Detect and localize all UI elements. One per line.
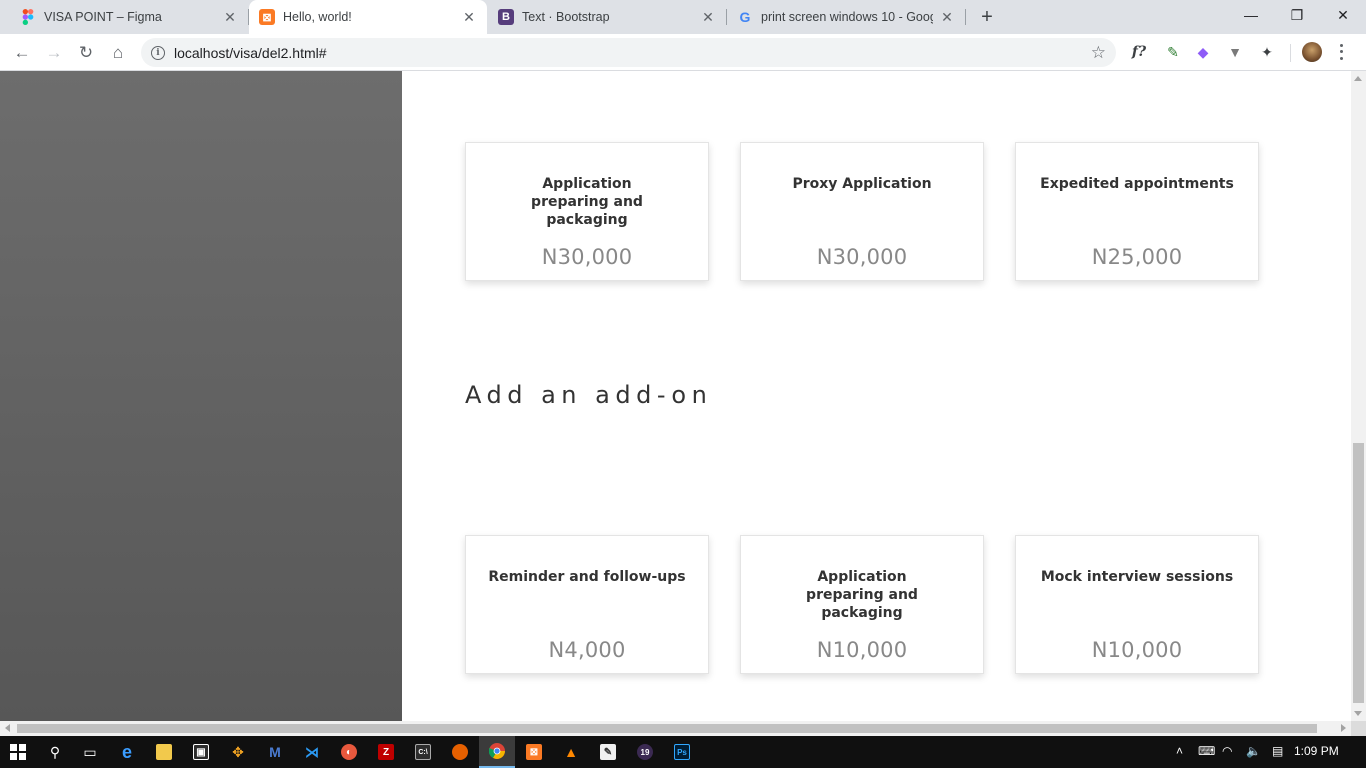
- terminal-icon[interactable]: C:\: [411, 740, 435, 764]
- card-title: Expedited appointments: [1040, 176, 1234, 192]
- minimize-button[interactable]: —: [1228, 0, 1274, 30]
- firefox-icon[interactable]: [448, 740, 472, 764]
- store-icon[interactable]: ▣: [189, 740, 213, 764]
- bootstrap-icon: B: [498, 9, 514, 25]
- app-icon[interactable]: ◐: [337, 740, 361, 764]
- scroll-up-icon[interactable]: [1354, 76, 1362, 81]
- git-icon[interactable]: ✥: [226, 740, 250, 764]
- addon-card[interactable]: Application preparing and packaging N10,…: [740, 535, 984, 674]
- scroll-left-icon[interactable]: [5, 724, 10, 732]
- windows-start-icon[interactable]: [6, 740, 30, 764]
- close-icon[interactable]: ✕: [939, 9, 955, 25]
- paint-icon[interactable]: ✎: [596, 740, 620, 764]
- horizontal-scrollbar[interactable]: [0, 721, 1351, 736]
- taskbar: ⚲ ▭ e ▣ ✥ M ⋊ ◐ Z C:\ ⊠ ▲ ✎ 19 Ps ˄ ⌨ ◠ …: [0, 736, 1366, 768]
- filezilla-icon[interactable]: Z: [374, 740, 398, 764]
- forward-button[interactable]: →: [40, 39, 68, 67]
- back-button[interactable]: ←: [8, 39, 36, 67]
- google-icon: G: [739, 9, 751, 25]
- scroll-thumb[interactable]: [17, 724, 1317, 733]
- color-extension-icon[interactable]: ◆: [1193, 42, 1213, 62]
- sidebar-panel: [0, 71, 402, 721]
- figma-icon: [20, 9, 36, 25]
- chevron-up-icon[interactable]: ˄: [1176, 744, 1183, 758]
- browser-toolbar: ← → ↻ ⌂ i localhost/visa/del2.html# ☆ f?…: [0, 34, 1366, 71]
- close-icon[interactable]: ✕: [222, 9, 238, 25]
- card-price: N30,000: [541, 245, 633, 269]
- card-title: Application preparing and packaging: [806, 569, 918, 621]
- restore-button[interactable]: ❐: [1274, 0, 1320, 30]
- volume-icon[interactable]: 🔈: [1246, 744, 1261, 758]
- tab-title: Text · Bootstrap: [522, 10, 610, 24]
- page-viewport: Application preparing and packaging N30,…: [0, 71, 1351, 721]
- toolbar-divider: [1290, 44, 1291, 62]
- input-method-icon[interactable]: ⌨: [1198, 744, 1215, 758]
- close-icon[interactable]: ✕: [461, 9, 477, 25]
- task-view-icon[interactable]: ▭: [78, 740, 102, 764]
- vue-extension-icon[interactable]: ▼: [1225, 42, 1245, 62]
- tab-divider: [965, 9, 966, 25]
- tab-title: Hello, world!: [283, 10, 352, 24]
- tab-google[interactable]: G print screen windows 10 - Googl ✕: [727, 0, 965, 34]
- pin-extension-icon[interactable]: ✦: [1257, 42, 1277, 62]
- bookmark-star-icon[interactable]: ☆: [1091, 43, 1106, 63]
- eyedropper-extension-icon[interactable]: ✎: [1163, 42, 1183, 62]
- xampp-icon: ⊠: [259, 9, 275, 25]
- scroll-thumb[interactable]: [1353, 443, 1364, 703]
- vlc-icon[interactable]: ▲: [559, 740, 583, 764]
- tab-title: VISA POINT – Figma: [44, 10, 162, 24]
- service-card[interactable]: Proxy Application N30,000: [740, 142, 984, 281]
- address-bar[interactable]: i localhost/visa/del2.html# ☆: [141, 38, 1116, 67]
- home-button[interactable]: ⌂: [104, 39, 132, 67]
- vscode-icon[interactable]: ⋊: [300, 740, 324, 764]
- new-tab-button[interactable]: +: [976, 6, 998, 28]
- url-text: localhost/visa/del2.html#: [174, 44, 327, 61]
- app-19-icon[interactable]: 19: [633, 740, 657, 764]
- file-explorer-icon[interactable]: [152, 740, 176, 764]
- card-price: N10,000: [816, 638, 908, 662]
- addon-card[interactable]: Reminder and follow-ups N4,000: [465, 535, 709, 674]
- vertical-scrollbar[interactable]: [1351, 71, 1366, 721]
- wifi-icon[interactable]: ◠: [1222, 744, 1232, 758]
- card-title: Application preparing and packaging: [531, 176, 643, 228]
- close-icon[interactable]: ✕: [700, 9, 716, 25]
- tab-figma[interactable]: VISA POINT – Figma ✕: [0, 0, 248, 34]
- tab-hello-world[interactable]: ⊠ Hello, world! ✕: [249, 0, 487, 34]
- fonts-extension-icon[interactable]: f?: [1129, 42, 1149, 62]
- info-icon[interactable]: i: [151, 45, 165, 60]
- card-price: N4,000: [548, 638, 626, 662]
- tab-title: print screen windows 10 - Googl: [761, 10, 933, 24]
- tab-bootstrap[interactable]: B Text · Bootstrap ✕: [488, 0, 726, 34]
- addon-card[interactable]: Mock interview sessions N10,000: [1015, 535, 1259, 674]
- tab-strip: VISA POINT – Figma ✕ ⊠ Hello, world! ✕ B…: [0, 0, 1366, 34]
- chrome-icon[interactable]: [479, 736, 515, 768]
- card-title: Mock interview sessions: [1040, 569, 1234, 585]
- service-card[interactable]: Application preparing and packaging N30,…: [465, 142, 709, 281]
- addon-heading: Add an add-on: [465, 381, 713, 409]
- avatar[interactable]: [1302, 42, 1322, 62]
- mail-icon[interactable]: M: [263, 740, 287, 764]
- service-card[interactable]: Expedited appointments N25,000: [1015, 142, 1259, 281]
- reload-button[interactable]: ↻: [72, 39, 100, 67]
- notification-icon[interactable]: ▤: [1272, 744, 1283, 758]
- card-title: Reminder and follow-ups: [488, 569, 686, 585]
- menu-icon[interactable]: [1334, 42, 1348, 62]
- edge-icon[interactable]: e: [115, 740, 139, 764]
- card-price: N10,000: [1091, 638, 1183, 662]
- scroll-right-icon[interactable]: [1341, 724, 1346, 732]
- card-title: Proxy Application: [792, 176, 932, 192]
- xampp-icon[interactable]: ⊠: [522, 740, 546, 764]
- card-price: N25,000: [1091, 245, 1183, 269]
- close-window-button[interactable]: ✕: [1320, 0, 1366, 30]
- taskbar-clock[interactable]: 1:09 PM: [1294, 744, 1339, 758]
- scroll-down-icon[interactable]: [1354, 711, 1362, 716]
- card-price: N30,000: [816, 245, 908, 269]
- scrollbar-corner: [1351, 721, 1366, 736]
- photoshop-icon[interactable]: Ps: [670, 740, 694, 764]
- search-icon[interactable]: ⚲: [43, 740, 67, 764]
